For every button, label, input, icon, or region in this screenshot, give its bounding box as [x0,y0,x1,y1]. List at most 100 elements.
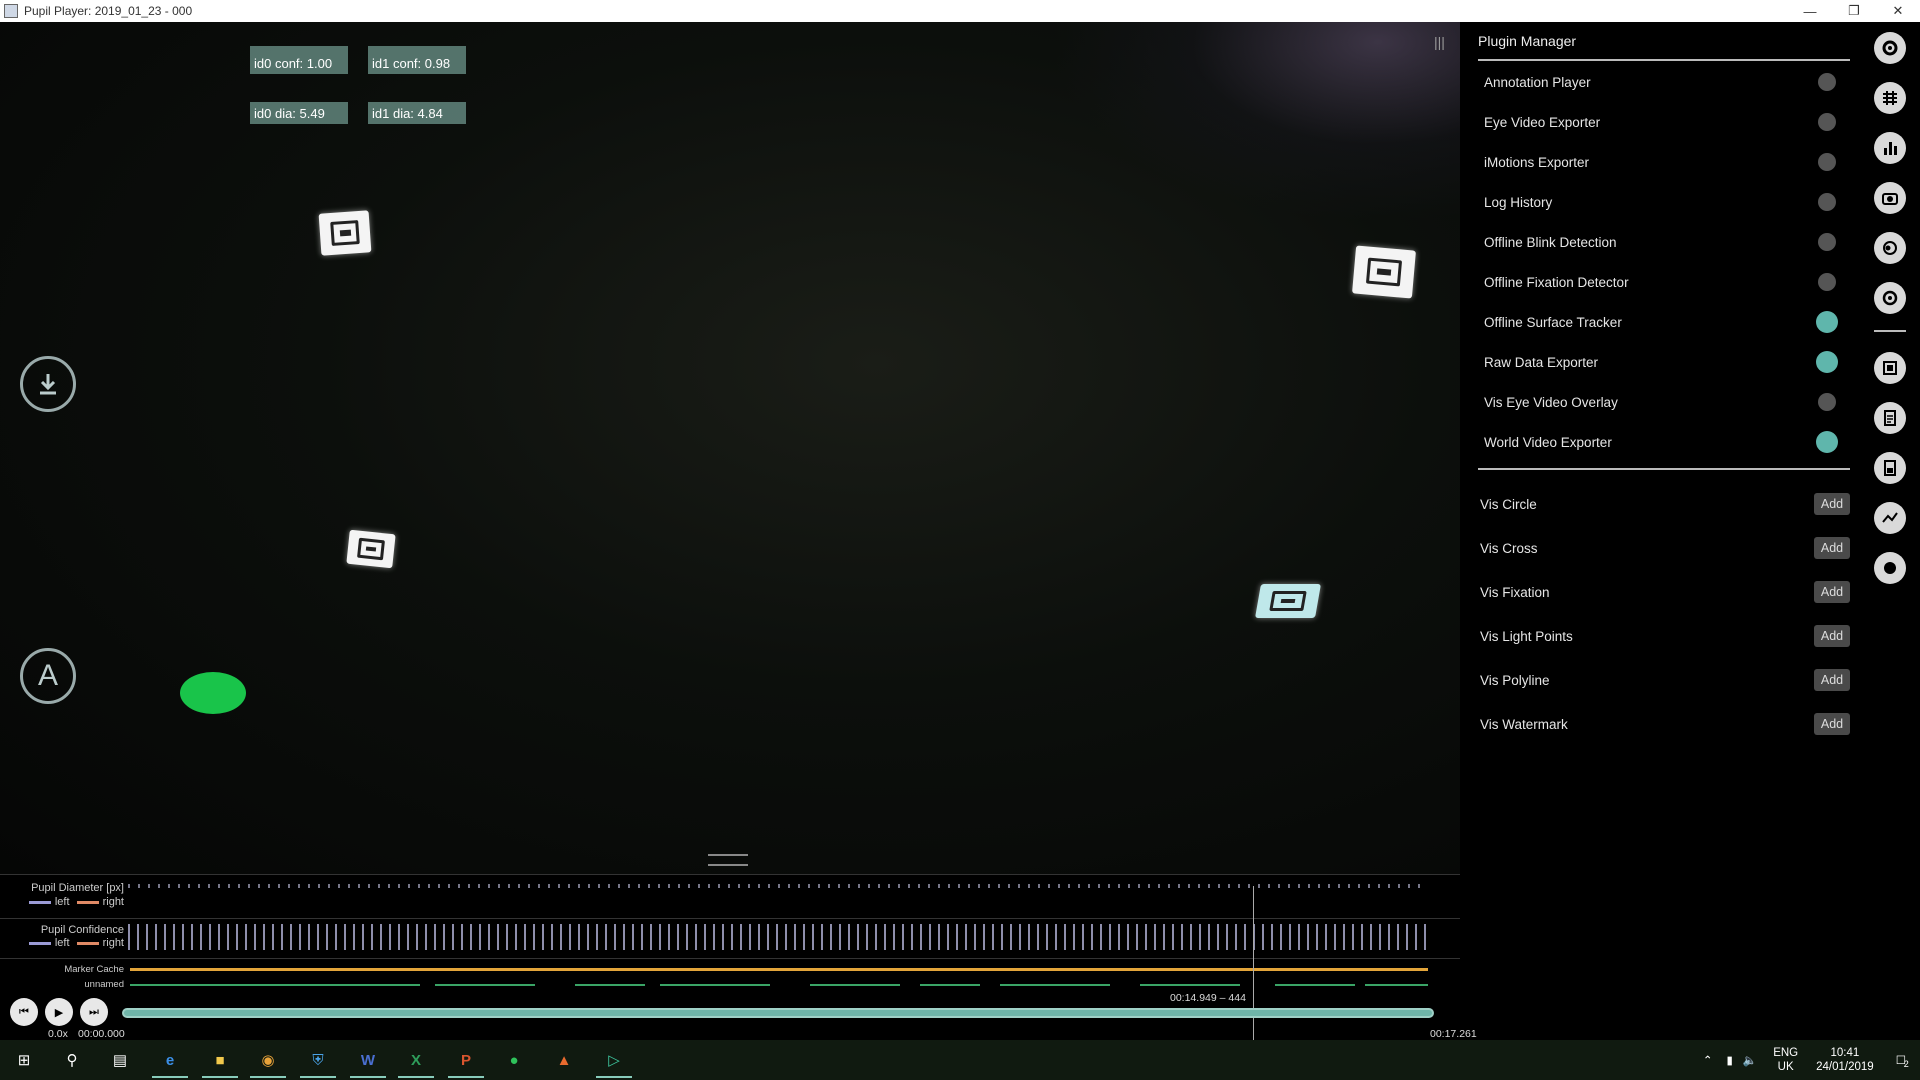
surface-segment [130,984,420,986]
restore-button[interactable]: ❐ [1832,0,1876,22]
raw-data-button[interactable] [1874,132,1906,164]
plugin-toggle[interactable] [1816,431,1838,453]
plugin-toggle[interactable] [1818,273,1836,291]
plugin-toggle[interactable] [1818,193,1836,211]
plugin-toggle[interactable] [1818,153,1836,171]
active-indicator [152,1076,188,1078]
matlab-icon[interactable]: ▲ [550,1046,578,1074]
plugin-toggle[interactable] [1818,233,1836,251]
add-button[interactable]: Add [1814,581,1850,603]
gear-icon [1882,40,1898,56]
timeline-area[interactable]: Pupil Diameter [px] left right Pupil Con… [0,874,1477,1040]
plugin-toggle[interactable] [1816,311,1838,333]
download-button[interactable] [20,356,76,412]
auto-mode-label: A [37,659,58,692]
plugin-row-vis-eye-video-overlay: Vis Eye Video Overlay [1478,382,1850,422]
surface-segment [1000,984,1110,986]
file-explorer-icon[interactable]: ■ [206,1046,234,1074]
add-button[interactable]: Add [1814,493,1850,515]
target-button[interactable] [1874,282,1906,314]
document-button[interactable] [1874,402,1906,434]
minimize-button[interactable]: — [1788,0,1832,22]
windows-start-icon[interactable]: ⊞ [10,1046,38,1074]
edge-icon[interactable]: e [156,1046,184,1074]
spotify-icon[interactable]: ● [500,1046,528,1074]
marker-cache-bar [130,968,1428,971]
plugin-row-imotions-exporter: iMotions Exporter [1478,142,1850,182]
playback-speed: 0.0x [48,1028,68,1040]
id0-diameter-box: id0 dia: 5.49 [250,102,348,124]
surface-segment [435,984,535,986]
plugin-toggle[interactable] [1818,393,1836,411]
seek-bar[interactable] [122,1008,1434,1018]
vis-label: Vis Watermark [1480,716,1568,732]
timeline-resize-handle[interactable] [708,854,748,866]
previous-frame-button[interactable]: ⏮ [10,998,38,1026]
add-button[interactable]: Add [1814,669,1850,691]
excel-icon[interactable]: X [402,1046,430,1074]
chevron-up-icon[interactable]: ⌃ [1703,1053,1713,1067]
add-button[interactable]: Add [1814,537,1850,559]
settings-button[interactable] [1874,32,1906,64]
vis-row-light-points: Vis Light Points Add [1478,614,1850,658]
plugin-toggle[interactable] [1818,73,1836,91]
plugin-label: World Video Exporter [1484,434,1612,450]
line-graph-icon [1882,512,1898,523]
chrome-icon[interactable]: ◉ [254,1046,282,1074]
add-button[interactable]: Add [1814,625,1850,647]
auto-mode-button[interactable]: A [20,648,76,704]
plugin-label: Log History [1484,194,1553,210]
powerpoint-icon[interactable]: P [452,1046,480,1074]
vis-row-polyline: Vis Polyline Add [1478,658,1850,702]
search-icon[interactable]: ⚲ [58,1046,86,1074]
plugin-row-log-history: Log History [1478,182,1850,222]
surface-marker [346,529,396,569]
window-title: Pupil Player: 2019_01_23 - 000 [24,4,193,18]
surface-marker [1255,584,1321,618]
camera-button[interactable] [1874,182,1906,214]
surface-tracker-button[interactable] [1874,82,1906,114]
id1-diameter-box: id1 dia: 4.84 [368,102,466,124]
document-icon [1884,410,1896,426]
download-icon [40,374,56,395]
menu-icon[interactable]: ||| [1434,34,1445,50]
task-view-icon[interactable]: ▤ [106,1046,134,1074]
play-button[interactable]: ▶ [45,998,73,1026]
plugin-toggle[interactable] [1818,113,1836,131]
id0-confidence-box: id0 conf: 1.00 [250,46,348,74]
battery-icon[interactable]: ▮ [1727,1053,1733,1067]
next-frame-button[interactable]: ⏭ [80,998,108,1026]
divider [1478,59,1850,61]
word-icon[interactable]: W [354,1046,382,1074]
notifications-button[interactable]: ☐ 2 [1896,1053,1909,1069]
pupil-player-icon[interactable]: ▷ [600,1046,628,1074]
active-indicator [202,1076,238,1078]
record-button[interactable] [1874,552,1906,584]
volume-icon[interactable]: 🔈 [1743,1053,1757,1067]
vis-label: Vis Fixation [1480,584,1550,600]
system-tray: ⌃ ▮ 🔈 ENG UK 10:41 24/01/2019 ☐ 2 [1703,1040,1920,1080]
clock[interactable]: 10:41 24/01/2019 [1816,1046,1874,1074]
plugin-row-annotation-player: Annotation Player [1478,62,1850,102]
minimize-icon: — [1803,3,1817,19]
skip-forward-icon: ⏭ [89,1005,99,1018]
save-button[interactable] [1874,452,1906,484]
close-button[interactable]: ✕ [1876,0,1920,22]
add-button[interactable]: Add [1814,713,1850,735]
eye-button[interactable] [1874,232,1906,264]
camera-icon [1882,193,1898,205]
pupil-confidence-legend: left right [0,937,124,949]
active-indicator [398,1076,434,1078]
play-icon: ▶ [54,1006,64,1019]
plugin-toggle[interactable] [1816,351,1838,373]
plugin-label: Annotation Player [1484,74,1591,90]
world-video-view[interactable]: id0 conf: 1.00 id1 conf: 0.98 id0 dia: 5… [0,22,1460,874]
language-indicator[interactable]: ENG UK [1773,1046,1798,1074]
active-indicator [350,1076,386,1078]
vis-label: Vis Light Points [1480,628,1573,644]
security-icon[interactable]: ⛨ [304,1046,332,1074]
export-button[interactable] [1874,352,1906,384]
end-time: 00:17.261 [1430,1028,1477,1040]
graph-button[interactable] [1874,502,1906,534]
plugin-label: Offline Fixation Detector [1484,274,1629,290]
